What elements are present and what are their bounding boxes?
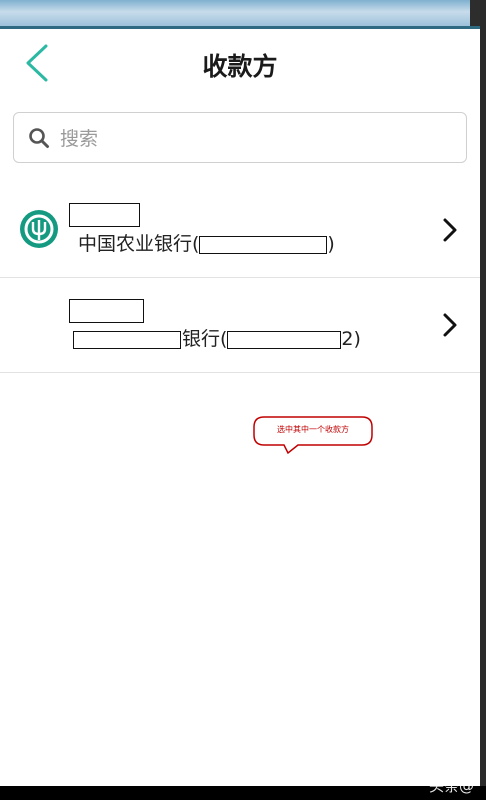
bank-line-suffix: ) xyxy=(327,233,335,255)
top-image-strip xyxy=(0,0,480,29)
chevron-right-icon xyxy=(443,218,457,242)
payee-name-redacted xyxy=(69,299,144,323)
bank-name: 银行( xyxy=(182,328,228,350)
header: 收款方 xyxy=(0,29,480,101)
app-screen: 收款方 中国农业银行() 银行( 2) xyxy=(0,0,480,786)
account-number-redacted xyxy=(199,235,328,254)
search-box[interactable] xyxy=(13,112,467,163)
callout-bubble-shape xyxy=(253,416,373,455)
payee-bank-account: 中国农业银行() xyxy=(78,229,335,259)
search-input[interactable] xyxy=(58,121,452,157)
bank-line-suffix: 2) xyxy=(341,328,361,350)
screen-frame-bottom xyxy=(0,786,486,800)
bank-name: 中国农业银行( xyxy=(78,233,200,255)
page-title: 收款方 xyxy=(202,52,278,81)
search-icon xyxy=(29,128,49,148)
annotation-callout: 选中其中一个收款方 xyxy=(252,415,374,455)
annotation-text: 选中其中一个收款方 xyxy=(277,425,349,434)
bank-name-redacted xyxy=(73,330,181,349)
payee-item-2[interactable]: 银行( 2) xyxy=(0,278,480,373)
chevron-right-icon xyxy=(443,313,457,337)
screen-frame-right xyxy=(480,0,486,800)
payee-bank-account: 银行( 2) xyxy=(73,324,361,354)
watermark: 头条@ xyxy=(428,777,474,795)
payee-item-abc[interactable]: 中国农业银行() xyxy=(0,183,480,278)
abc-bank-logo xyxy=(20,210,58,248)
account-number-redacted xyxy=(227,330,342,349)
payee-name-redacted xyxy=(69,203,140,227)
